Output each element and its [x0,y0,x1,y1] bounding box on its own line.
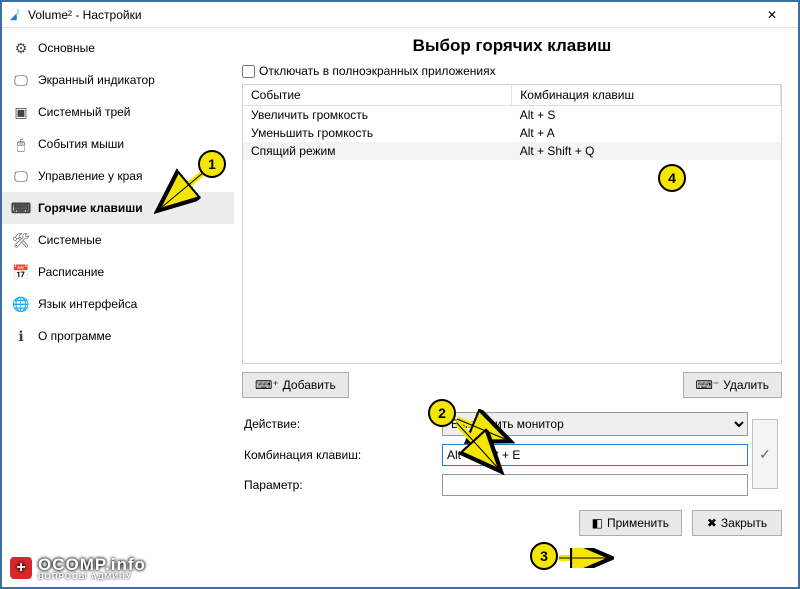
sidebar-item-mouse[interactable]: 🖱 События мыши [2,128,234,160]
calendar-icon: 📅 [12,263,30,281]
keyboard-minus-icon: ⌨⁻ [696,378,720,392]
sidebar-item-label: Управление у края [38,169,142,183]
combo-label: Комбинация клавиш: [242,448,442,462]
gear-icon: ⚙ [12,39,30,57]
action-select[interactable]: Выключить монитор [442,412,748,436]
table-row[interactable]: Уменьшить громкость Alt + A [243,124,781,142]
action-label: Действие: [242,417,442,431]
sidebar-item-label: Расписание [38,265,104,279]
hotkeys-table[interactable]: Событие Комбинация клавиш Увеличить гром… [243,85,781,160]
sidebar-item-label: Язык интерфейса [38,297,137,311]
fullscreen-disable-label: Отключать в полноэкранных приложениях [259,64,496,78]
close-button-label: Закрыть [721,516,767,530]
titlebar: 2 Volume² - Настройки ✕ [2,2,798,28]
cell-event: Спящий режим [243,142,512,160]
watermark: + OCOMP.info ВОПРОСЫ АДМИНУ [10,555,146,581]
watermark-icon: + [10,557,32,579]
cell-event: Уменьшить громкость [243,124,512,142]
edge-icon: 🖵 [12,167,30,185]
window-close-button[interactable]: ✕ [752,2,792,27]
annotation-marker-3: 3 [530,542,558,570]
apply-icon: ◧ [592,516,603,530]
annotation-marker-4: 4 [658,164,686,192]
sidebar-item-language[interactable]: 🌐 Язык интерфейса [2,288,234,320]
mouse-icon: 🖱 [12,135,30,153]
keyboard-icon: ⌨ [12,199,30,217]
sidebar-item-about[interactable]: ℹ О программе [2,320,234,352]
delete-button[interactable]: ⌨⁻ Удалить [683,372,782,398]
fullscreen-disable-checkbox[interactable] [242,65,255,78]
add-button-label: Добавить [283,378,336,392]
sidebar-item-label: Горячие клавиши [38,201,143,215]
apply-button[interactable]: ◧ Применить [579,510,682,536]
annotation-marker-1: 1 [198,150,226,178]
col-event[interactable]: Событие [243,85,512,106]
close-icon: ✖ [707,516,717,530]
watermark-subtext: ВОПРОСЫ АДМИНУ [38,572,146,581]
delete-button-label: Удалить [723,378,769,392]
table-row[interactable]: Спящий режим Alt + Shift + Q [243,142,781,160]
monitor-icon: 🖵 [12,71,30,89]
combo-input[interactable] [442,444,748,466]
sidebar-item-label: Экранный индикатор [38,73,155,87]
keyboard-plus-icon: ⌨⁺ [255,378,279,392]
sidebar: ⚙ Основные 🖵 Экранный индикатор ▣ Систем… [2,28,234,587]
sidebar-item-system[interactable]: 🛠 Системные [2,224,234,256]
globe-icon: 🌐 [12,295,30,313]
main-panel: Выбор горячих клавиш Отключать в полноэк… [234,28,798,587]
cell-combo: Alt + Shift + Q [512,142,781,160]
cell-combo: Alt + A [512,124,781,142]
window-title: Volume² - Настройки [28,8,752,22]
sidebar-item-label: О программе [38,329,111,343]
close-button[interactable]: ✖ Закрыть [692,510,782,536]
cell-event: Увеличить громкость [243,106,512,125]
sidebar-item-osd[interactable]: 🖵 Экранный индикатор [2,64,234,96]
page-heading: Выбор горячих клавиш [242,36,782,56]
sidebar-item-schedule[interactable]: 📅 Расписание [2,256,234,288]
sidebar-item-hotkeys[interactable]: ⌨ Горячие клавиши [2,192,234,224]
annotation-marker-2: 2 [428,399,456,427]
sidebar-item-tray[interactable]: ▣ Системный трей [2,96,234,128]
col-combo[interactable]: Комбинация клавиш [512,85,781,106]
tray-icon: ▣ [12,103,30,121]
table-row[interactable]: Увеличить громкость Alt + S [243,106,781,125]
sidebar-item-label: Системный трей [38,105,131,119]
cell-combo: Alt + S [512,106,781,125]
hotkeys-table-container: Событие Комбинация клавиш Увеличить гром… [242,84,782,364]
sidebar-item-label: Системные [38,233,102,247]
param-label: Параметр: [242,478,442,492]
app-icon: 2 [8,8,22,22]
add-button[interactable]: ⌨⁺ Добавить [242,372,349,398]
sidebar-item-label: События мыши [38,137,124,151]
apply-button-label: Применить [607,516,669,530]
svg-text:2: 2 [17,9,20,15]
param-input[interactable] [442,474,748,496]
tools-icon: 🛠 [12,231,30,249]
info-icon: ℹ [12,327,30,345]
sidebar-item-general[interactable]: ⚙ Основные [2,32,234,64]
confirm-button[interactable]: ✓ [752,419,778,489]
sidebar-item-label: Основные [38,41,95,55]
